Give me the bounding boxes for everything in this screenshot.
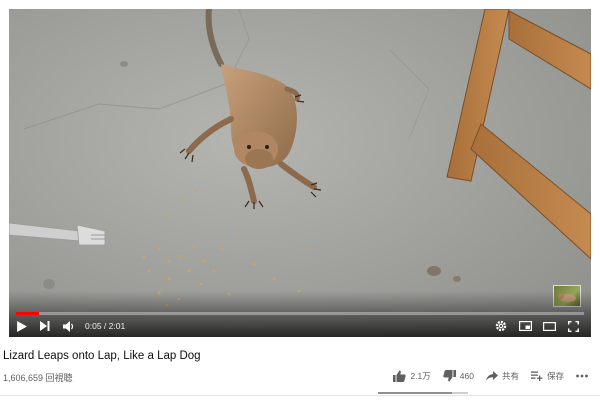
miniplayer-icon [518, 321, 532, 331]
play-button[interactable] [9, 315, 33, 337]
playlist-add-icon [530, 371, 547, 381]
thumbs-up-icon [393, 370, 410, 382]
like-button[interactable]: 2.1万 [393, 370, 431, 382]
share-button[interactable]: 共有 [485, 370, 519, 382]
save-label: 保存 [546, 371, 564, 381]
thumbs-down-icon [443, 370, 460, 382]
time-display: 0:05 / 2:01 [85, 321, 126, 331]
video-actions: 2.1万 460 共有 保存 [381, 370, 592, 382]
share-label: 共有 [501, 371, 519, 381]
fullscreen-icon [567, 320, 579, 332]
miniplayer-button[interactable] [513, 315, 537, 337]
like-ratio-fill [378, 392, 452, 394]
next-button[interactable] [33, 315, 57, 337]
more-actions-button[interactable] [576, 374, 592, 378]
video-frame [9, 9, 591, 337]
volume-button[interactable] [57, 315, 81, 337]
video-player[interactable]: 0:05 / 2:01 [9, 9, 591, 337]
save-button[interactable]: 保存 [530, 370, 564, 382]
settings-button[interactable] [489, 315, 513, 337]
like-dislike-ratio-bar [378, 392, 468, 394]
divider [0, 395, 600, 396]
play-icon [16, 320, 27, 332]
volume-icon [63, 320, 75, 332]
theater-button[interactable] [537, 315, 561, 337]
player-controls: 0:05 / 2:01 [9, 315, 591, 337]
theater-icon [542, 321, 556, 331]
share-icon [485, 371, 502, 381]
like-count: 2.1万 [410, 371, 431, 381]
next-icon [40, 321, 50, 331]
settings-icon [495, 320, 507, 332]
video-title: Lizard Leaps onto Lap, Like a Lap Dog [3, 350, 201, 362]
view-count: 1,606,659 回視聴 [3, 373, 73, 383]
dislike-button[interactable]: 460 [443, 370, 474, 382]
more-horizontal-icon [576, 374, 592, 378]
dislike-count: 460 [459, 371, 474, 381]
fullscreen-button[interactable] [561, 315, 585, 337]
